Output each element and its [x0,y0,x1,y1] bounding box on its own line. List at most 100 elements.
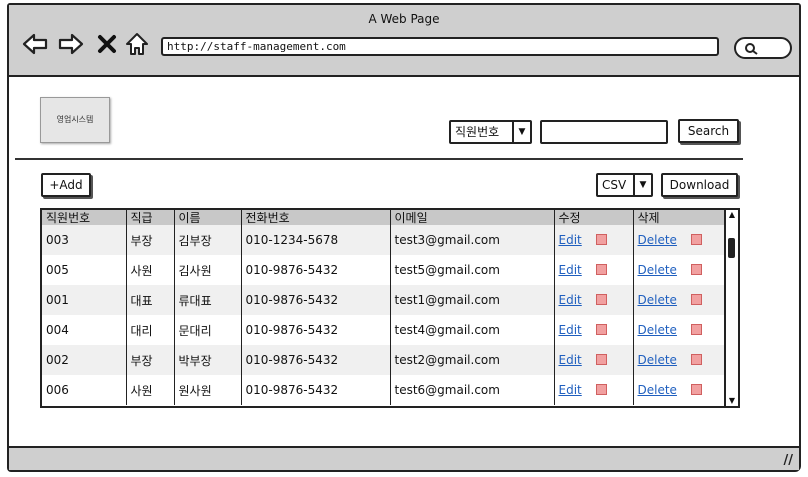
cell-phone: 010-1234-5678 [241,225,391,255]
cell-phone: 010-9876-5432 [241,345,391,375]
edit-link[interactable]: Edit [559,293,582,307]
cell-name: 김사원 [174,255,242,285]
cell-name: 원사원 [174,375,242,405]
cell-phone: 010-9876-5432 [241,315,391,345]
cell-name: 박부장 [174,345,242,375]
column-header[interactable]: 이메일 [390,210,555,225]
table-row: 002 부장 박부장 010-9876-5432 test2@gmail.com… [42,345,727,375]
cell-delete: Delete [633,225,727,255]
cell-name: 류대표 [174,285,242,315]
table-row: 001 대표 류대표 010-9876-5432 test1@gmail.com… [42,285,727,315]
edit-link[interactable]: Edit [559,233,582,247]
employee-table: 직원번호 직급 이름 전화번호 이메일 수정 삭제 003 부장 김부장 010… [40,208,740,408]
edit-link[interactable]: Edit [559,263,582,277]
search-field-select[interactable]: 직원번호 ▼ [449,120,532,144]
column-header[interactable]: 삭제 [633,210,727,225]
browser-search-box[interactable] [734,37,792,59]
cell-rank: 대표 [126,285,175,315]
delete-link[interactable]: Delete [638,353,677,367]
column-header[interactable]: 수정 [554,210,634,225]
external-link-icon[interactable] [690,234,702,245]
cell-edit: Edit [554,225,634,255]
scroll-down-icon[interactable]: ▼ [726,396,738,406]
delete-link[interactable]: Delete [638,383,677,397]
external-link-icon[interactable] [595,354,607,365]
scrollbar-thumb[interactable] [728,238,735,258]
cell-rank: 사원 [126,255,175,285]
cell-edit: Edit [554,375,634,405]
forward-arrow-icon[interactable] [57,31,85,57]
external-link-icon[interactable] [595,234,607,245]
cell-name: 김부장 [174,225,242,255]
cell-edit: Edit [554,255,634,285]
edit-link[interactable]: Edit [559,383,582,397]
cell-name: 문대리 [174,315,242,345]
cell-rank: 대리 [126,315,175,345]
cell-delete: Delete [633,315,727,345]
delete-link[interactable]: Delete [638,233,677,247]
cell-phone: 010-9876-5432 [241,255,391,285]
external-link-icon[interactable] [595,324,607,335]
close-x-icon[interactable] [95,31,119,57]
search-button[interactable]: Search [678,119,739,143]
cell-delete: Delete [633,345,727,375]
column-header[interactable]: 직원번호 [42,210,127,225]
logo-image: 영업시스템 [40,97,110,143]
format-select-value: CSV [602,178,627,192]
delete-link[interactable]: Delete [638,293,677,307]
url-bar[interactable]: http://staff-management.com [161,37,719,56]
cell-rank: 부장 [126,345,175,375]
cell-email: test6@gmail.com [390,375,555,405]
table-header-row: 직원번호 직급 이름 전화번호 이메일 수정 삭제 [42,210,727,225]
search-input[interactable] [540,120,668,144]
edit-link[interactable]: Edit [559,323,582,337]
add-button[interactable]: +Add [41,173,91,197]
edit-link[interactable]: Edit [559,353,582,367]
cell-email: test5@gmail.com [390,255,555,285]
cell-edit: Edit [554,315,634,345]
vertical-scrollbar[interactable]: ▲ ▼ [724,210,738,406]
cell-email: test2@gmail.com [390,345,555,375]
format-select[interactable]: CSV ▼ [596,173,653,197]
column-header[interactable]: 이름 [174,210,242,225]
external-link-icon[interactable] [595,264,607,275]
cell-id: 002 [42,345,127,375]
table-row: 005 사원 김사원 010-9876-5432 test5@gmail.com… [42,255,727,285]
back-arrow-icon[interactable] [21,31,49,57]
external-link-icon[interactable] [595,294,607,305]
cell-id: 005 [42,255,127,285]
chevron-down-icon: ▼ [633,175,651,195]
cell-edit: Edit [554,285,634,315]
cell-delete: Delete [633,285,727,315]
column-header[interactable]: 전화번호 [241,210,391,225]
cell-rank: 부장 [126,225,175,255]
external-link-icon[interactable] [690,264,702,275]
cell-email: test1@gmail.com [390,285,555,315]
external-link-icon[interactable] [690,324,702,335]
header-divider [15,158,743,160]
search-field-select-value: 직원번호 [455,125,500,139]
home-icon[interactable] [123,31,151,57]
external-link-icon[interactable] [595,384,607,395]
window-title: A Web Page [368,12,440,26]
cell-id: 001 [42,285,127,315]
delete-link[interactable]: Delete [638,323,677,337]
cell-email: test4@gmail.com [390,315,555,345]
external-link-icon[interactable] [690,384,702,395]
resize-grip-icon[interactable]: // [784,453,794,468]
column-header[interactable]: 직급 [126,210,175,225]
download-button[interactable]: Download [661,173,738,197]
table-row: 003 부장 김부장 010-1234-5678 test3@gmail.com… [42,225,727,255]
external-link-icon[interactable] [690,294,702,305]
cell-id: 004 [42,315,127,345]
cell-id: 006 [42,375,127,405]
cell-phone: 010-9876-5432 [241,285,391,315]
browser-statusbar: // [9,446,799,470]
cell-email: test3@gmail.com [390,225,555,255]
external-link-icon[interactable] [690,354,702,365]
cell-edit: Edit [554,345,634,375]
scroll-up-icon[interactable]: ▲ [726,210,738,220]
browser-window: A Web Page http://staff-management.com 영… [7,3,801,472]
table-row: 004 대리 문대리 010-9876-5432 test4@gmail.com… [42,315,727,345]
delete-link[interactable]: Delete [638,263,677,277]
